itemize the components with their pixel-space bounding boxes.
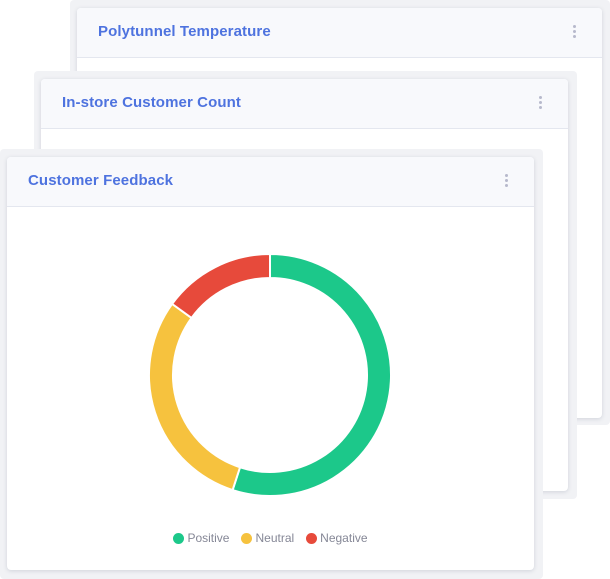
kebab-menu-icon[interactable] <box>504 174 508 190</box>
customer-feedback-card: Customer Feedback Positive Neutral Negativ… <box>7 157 534 570</box>
kebab-menu-icon[interactable] <box>572 25 576 41</box>
slice-positive[interactable] <box>231 252 392 497</box>
legend-label: Positive <box>187 531 230 545</box>
legend-dot-icon <box>306 532 318 544</box>
legend-dot-icon <box>241 532 253 544</box>
legend-item-positive[interactable]: Positive <box>173 531 229 545</box>
card-header: Polytunnel Temperature <box>77 8 602 58</box>
slice-neutral[interactable] <box>148 302 242 492</box>
card-title: In-store Customer Count <box>62 94 241 111</box>
legend-label: Neutral <box>255 531 295 545</box>
legend-item-negative[interactable]: Negative <box>306 531 368 545</box>
customer-feedback-doughnut-chart <box>148 252 392 497</box>
kebab-menu-icon[interactable] <box>538 96 542 112</box>
slice-negative[interactable] <box>170 252 271 320</box>
card-title: Polytunnel Temperature <box>98 23 271 40</box>
card-header: In-store Customer Count <box>41 79 568 129</box>
chart-legend: Positive Neutral Negative <box>7 531 534 545</box>
card-title: Customer Feedback <box>28 172 174 189</box>
legend-item-neutral[interactable]: Neutral <box>241 531 294 545</box>
legend-label: Negative <box>320 531 368 545</box>
card-header: Customer Feedback <box>7 157 534 207</box>
legend-dot-icon <box>173 532 185 544</box>
